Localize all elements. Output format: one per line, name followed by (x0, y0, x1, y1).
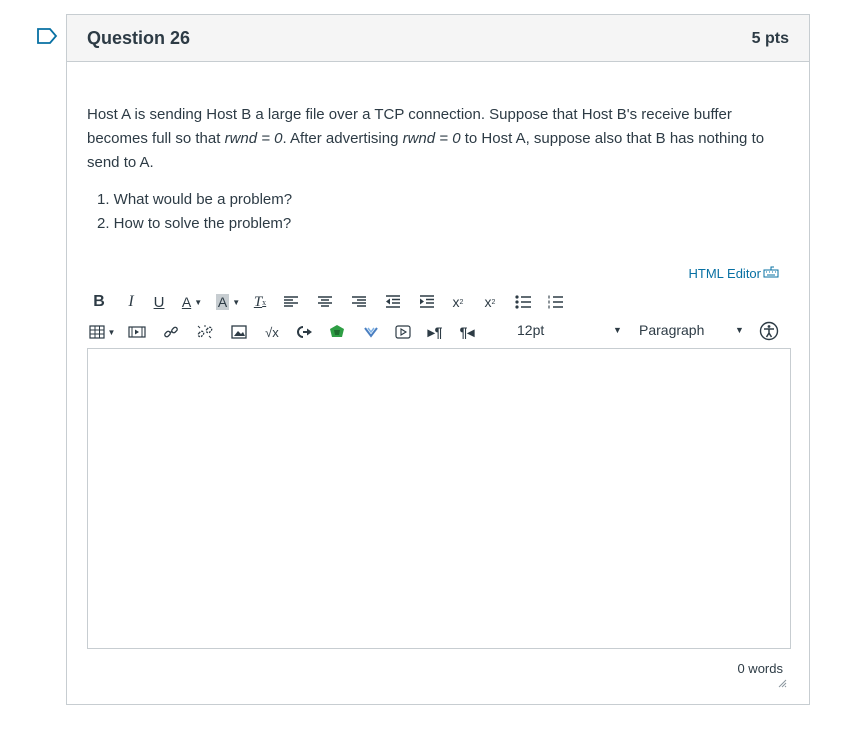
align-right-icon[interactable] (347, 290, 371, 314)
link-icon[interactable] (159, 320, 183, 344)
align-left-icon[interactable] (279, 290, 303, 314)
background-color-icon[interactable]: A ▼ (213, 290, 243, 314)
text-color-icon[interactable]: A ▼ (177, 290, 207, 314)
subscript-icon[interactable]: x2 (479, 290, 501, 314)
paragraph-caret-icon[interactable]: ▼ (735, 325, 744, 335)
rich-text-editor-area[interactable] (87, 348, 791, 649)
font-size-select[interactable]: 12pt (517, 322, 544, 338)
numbered-list-icon[interactable] (543, 290, 567, 314)
paragraph-select[interactable]: Paragraph (639, 322, 704, 338)
table-icon[interactable]: ▼ (87, 320, 117, 344)
chevron-icon[interactable] (359, 320, 383, 344)
indent-icon[interactable] (415, 290, 439, 314)
italic-icon[interactable]: I (119, 290, 143, 314)
underline-icon[interactable]: U (147, 290, 171, 314)
html-editor-label: HTML Editor (688, 266, 761, 281)
font-size-caret-icon[interactable]: ▼ (613, 325, 622, 335)
outdent-icon[interactable] (381, 290, 405, 314)
math-icon[interactable]: √x (259, 320, 285, 344)
question-list: 1. What would be a problem? 2. How to so… (97, 188, 292, 236)
question-header: Question 26 5 pts (67, 15, 809, 62)
html-editor-link[interactable]: HTML Editor (689, 266, 779, 281)
accessibility-icon[interactable] (759, 321, 779, 346)
question-title: Question 26 (87, 28, 191, 48)
unlink-icon[interactable] (193, 320, 217, 344)
question-text: Host A is sending Host B a large file ov… (87, 106, 765, 171)
list-item: 1. What would be a problem? (97, 191, 293, 208)
list-item: 2. How to solve the problem? (97, 215, 292, 232)
question-card: Question 26 5 pts Host A is sending Host… (66, 14, 810, 705)
editor-toolbar-row-2: ▼ √x ▸¶ ¶◂ (87, 320, 479, 344)
bold-icon[interactable]: B (87, 290, 111, 314)
image-icon[interactable] (227, 320, 251, 344)
apps-icon[interactable] (325, 320, 349, 344)
clear-formatting-icon[interactable]: Tx (249, 290, 271, 314)
question-points: 5 pts (751, 30, 789, 47)
editor-toolbar-row-1: B I U A ▼ A ▼ Tx x2 x2 (87, 290, 567, 314)
record-icon[interactable] (391, 320, 415, 344)
align-center-icon[interactable] (313, 290, 337, 314)
ltr-icon[interactable]: ▸¶ (423, 320, 447, 344)
resize-handle-icon[interactable] (778, 675, 787, 688)
media-icon[interactable] (125, 320, 149, 344)
bullet-list-icon[interactable] (511, 290, 535, 314)
keyboard-icon (763, 266, 779, 281)
rtl-icon[interactable]: ¶◂ (455, 320, 479, 344)
flag-question-icon[interactable] (36, 27, 58, 45)
superscript-icon[interactable]: x2 (447, 290, 469, 314)
word-count: 0 words (737, 661, 783, 676)
embed-icon[interactable] (293, 320, 317, 344)
